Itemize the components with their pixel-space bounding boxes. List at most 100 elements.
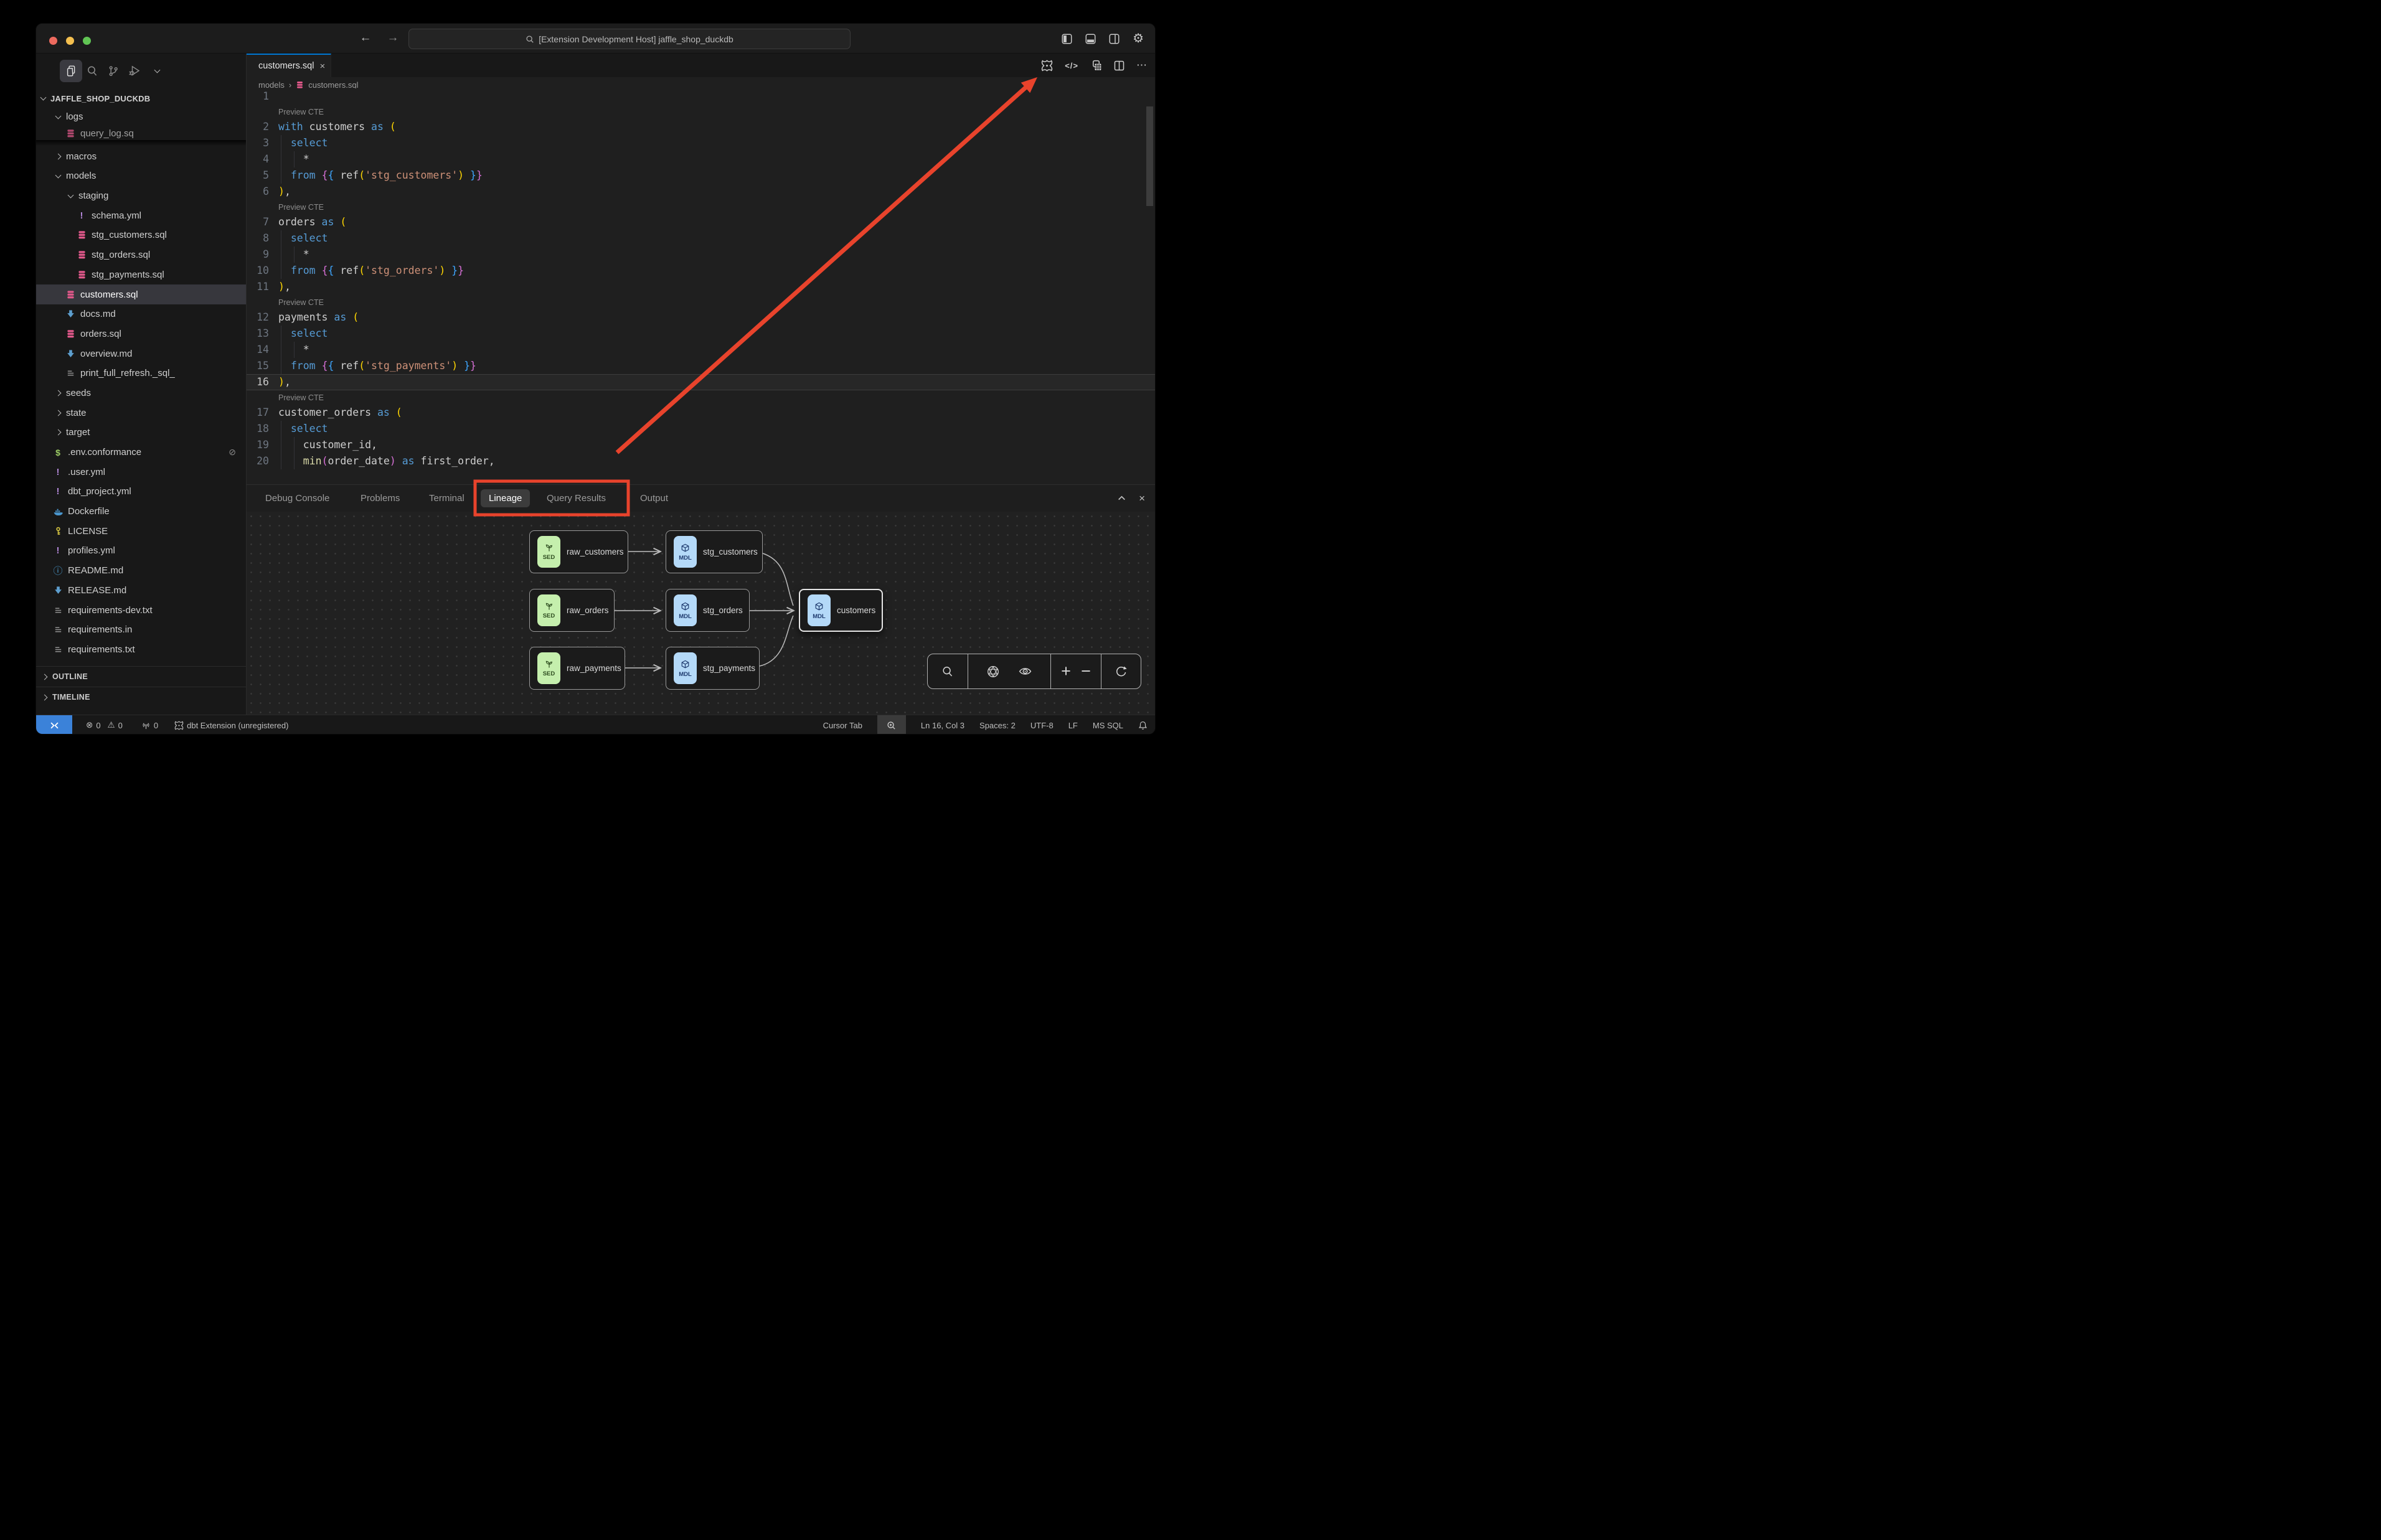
tree-item-customers-selected[interactable]: customers.sql bbox=[36, 284, 246, 304]
source-control-icon[interactable] bbox=[102, 60, 125, 82]
timeline-section[interactable]: TIMELINE bbox=[36, 687, 246, 707]
lineage-node-raw-customers[interactable]: SED raw_customers bbox=[529, 530, 628, 573]
search-view-icon[interactable] bbox=[81, 60, 103, 82]
indentation-status[interactable]: Spaces: 2 bbox=[979, 721, 1016, 730]
tree-item-docs-md[interactable]: docs.md bbox=[36, 304, 246, 324]
close-window-button[interactable] bbox=[49, 37, 57, 45]
toggle-secondary-sidebar-icon[interactable] bbox=[1109, 34, 1120, 44]
tree-item-seeds[interactable]: seeds bbox=[36, 383, 246, 403]
lineage-refresh-button[interactable] bbox=[1101, 654, 1141, 688]
tree-item-print-full-refresh[interactable]: print_full_refresh._sql_ bbox=[36, 364, 246, 383]
visibility-eye-icon[interactable] bbox=[1018, 664, 1032, 678]
tree-item-staging[interactable]: staging bbox=[36, 186, 246, 206]
tree-item-stg-customers[interactable]: stg_customers.sql bbox=[36, 225, 246, 245]
run-debug-icon[interactable] bbox=[123, 60, 146, 82]
project-root-label: JAFFLE_SHOP_DUCKDB bbox=[50, 94, 150, 103]
dbt-extension-status[interactable]: dbt Extension (unregistered) bbox=[174, 721, 288, 730]
cursor-position-status[interactable]: Ln 16, Col 3 bbox=[921, 721, 964, 730]
tree-item-state[interactable]: state bbox=[36, 403, 246, 423]
forward-button[interactable]: → bbox=[385, 31, 401, 45]
problems-status[interactable]: ⊗0 ⚠0 bbox=[86, 720, 123, 730]
eol-status[interactable]: LF bbox=[1068, 721, 1078, 730]
chevron-right-icon bbox=[42, 674, 48, 680]
code-editor[interactable]: 1Preview CTE2with customers as (3 select… bbox=[247, 88, 1156, 484]
lineage-node-stg-payments[interactable]: MDL stg_payments bbox=[666, 647, 760, 690]
encoding-status[interactable]: UTF-8 bbox=[1030, 721, 1054, 730]
panel-tab-lineage-active[interactable]: Lineage bbox=[481, 489, 530, 507]
lineage-node-raw-orders[interactable]: SED raw_orders bbox=[529, 589, 615, 632]
toggle-sidebar-icon[interactable] bbox=[1062, 34, 1072, 44]
minimize-window-button[interactable] bbox=[66, 37, 74, 45]
tree-item-schema-yml[interactable]: !schema.yml bbox=[36, 205, 246, 225]
tree-item-readme[interactable]: ⓘREADME.md bbox=[36, 561, 246, 581]
lineage-node-customers-selected[interactable]: MDL customers bbox=[799, 589, 883, 632]
more-actions-icon[interactable]: ⋯ bbox=[1136, 59, 1148, 72]
tree-item-release[interactable]: RELEASE.md bbox=[36, 581, 246, 601]
panel-tab-debug-console[interactable]: Debug Console bbox=[265, 485, 329, 512]
tab-label: customers.sql bbox=[258, 61, 314, 71]
remote-indicator[interactable] bbox=[36, 715, 72, 735]
tree-item-overview-md[interactable]: overview.md bbox=[36, 344, 246, 364]
seed-badge: SED bbox=[537, 536, 560, 568]
tab-customers-sql[interactable]: customers.sql × bbox=[247, 54, 331, 77]
outline-section[interactable]: OUTLINE bbox=[36, 666, 246, 687]
explorer-icon[interactable] bbox=[60, 60, 82, 82]
lineage-node-raw-payments[interactable]: SED raw_payments bbox=[529, 647, 625, 690]
tree-item-env-conformance[interactable]: $.env.conformance⊘ bbox=[36, 443, 246, 462]
lineage-node-stg-customers[interactable]: MDL stg_customers bbox=[666, 530, 763, 573]
tree-item-macros[interactable]: macros bbox=[36, 146, 246, 166]
dbt-icon bbox=[174, 721, 184, 730]
tree-item-license[interactable]: LICENSE bbox=[36, 521, 246, 541]
lineage-search-button[interactable] bbox=[928, 654, 968, 688]
editor-tab-strip: customers.sql × </> ⋯ bbox=[247, 54, 1156, 77]
split-editor-icon[interactable] bbox=[1114, 60, 1124, 71]
more-views-chevron-icon[interactable] bbox=[146, 60, 168, 82]
lineage-canvas[interactable]: SED raw_customers MDL stg_customers SED … bbox=[247, 512, 1156, 715]
tree-item-logs[interactable]: logs bbox=[36, 107, 246, 127]
tree-item-dockerfile[interactable]: Dockerfile bbox=[36, 502, 246, 522]
explorer-root-header[interactable]: JAFFLE_SHOP_DUCKDB bbox=[41, 90, 150, 107]
model-badge: MDL bbox=[674, 652, 697, 684]
tree-item-orders-sql[interactable]: orders.sql bbox=[36, 324, 246, 344]
zoom-status[interactable] bbox=[877, 715, 906, 735]
panel-tab-output[interactable]: Output bbox=[640, 485, 668, 512]
editor-scrollbar[interactable] bbox=[1146, 106, 1153, 206]
ports-status[interactable]: 0 bbox=[141, 721, 158, 730]
panel-tab-query-results[interactable]: Query Results bbox=[547, 485, 606, 512]
tree-item-models[interactable]: models bbox=[36, 166, 246, 186]
dbt-icon[interactable] bbox=[1041, 60, 1053, 72]
toggle-panel-icon[interactable] bbox=[1085, 34, 1096, 44]
panel-tab-terminal[interactable]: Terminal bbox=[429, 485, 464, 512]
tree-item-target[interactable]: target bbox=[36, 423, 246, 443]
maximize-window-button[interactable] bbox=[83, 37, 91, 45]
tree-item-stg-payments[interactable]: stg_payments.sql bbox=[36, 265, 246, 285]
query-results-table-icon[interactable] bbox=[1090, 60, 1102, 72]
seed-badge: SED bbox=[537, 594, 560, 626]
notifications-bell[interactable] bbox=[1138, 721, 1148, 730]
panel-tab-problems[interactable]: Problems bbox=[361, 485, 400, 512]
tree-item-requirements-dev[interactable]: requirements-dev.txt bbox=[36, 600, 246, 620]
aperture-icon[interactable] bbox=[986, 665, 1000, 678]
tree-item-query-log[interactable]: query_log.sq bbox=[36, 127, 246, 140]
model-badge: MDL bbox=[674, 594, 697, 626]
language-mode-status[interactable]: MS SQL bbox=[1093, 721, 1123, 730]
file-tree: logs query_log.sq macros models staging … bbox=[36, 107, 246, 659]
close-panel-icon[interactable]: × bbox=[1139, 492, 1145, 505]
zoom-in-button[interactable]: + bbox=[1061, 663, 1071, 680]
compiled-code-icon[interactable]: </> bbox=[1065, 61, 1078, 70]
cursor-tab-status[interactable]: Cursor Tab bbox=[823, 721, 862, 730]
tree-item-stg-orders[interactable]: stg_orders.sql bbox=[36, 245, 246, 265]
activity-bar bbox=[36, 59, 246, 86]
tree-item-dbt-project-yml[interactable]: !dbt_project.yml bbox=[36, 482, 246, 502]
collapse-panel-chevron-icon[interactable] bbox=[1117, 494, 1126, 503]
command-center-search[interactable]: [Extension Development Host] jaffle_shop… bbox=[408, 29, 851, 49]
close-tab-icon[interactable]: × bbox=[319, 61, 325, 72]
tree-item-requirements-in[interactable]: requirements.in bbox=[36, 620, 246, 640]
lineage-node-stg-orders[interactable]: MDL stg_orders bbox=[666, 589, 750, 632]
tree-item-requirements-txt[interactable]: requirements.txt bbox=[36, 640, 246, 660]
tree-item-user-yml[interactable]: !.user.yml bbox=[36, 462, 246, 482]
back-button[interactable]: ← bbox=[357, 31, 374, 45]
tree-item-profiles-yml[interactable]: !profiles.yml bbox=[36, 541, 246, 561]
settings-gear-icon[interactable]: ⚙ bbox=[1133, 32, 1144, 45]
zoom-out-button[interactable]: − bbox=[1081, 663, 1091, 680]
